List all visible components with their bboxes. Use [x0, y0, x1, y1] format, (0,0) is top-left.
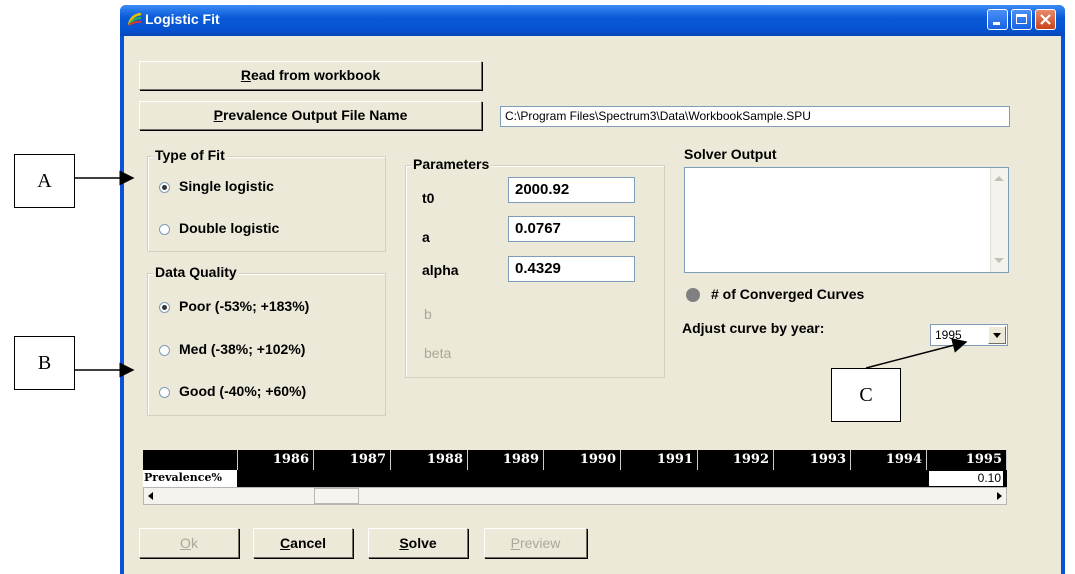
- arrow-c: [865, 338, 968, 369]
- callout-arrows: [75, 170, 968, 378]
